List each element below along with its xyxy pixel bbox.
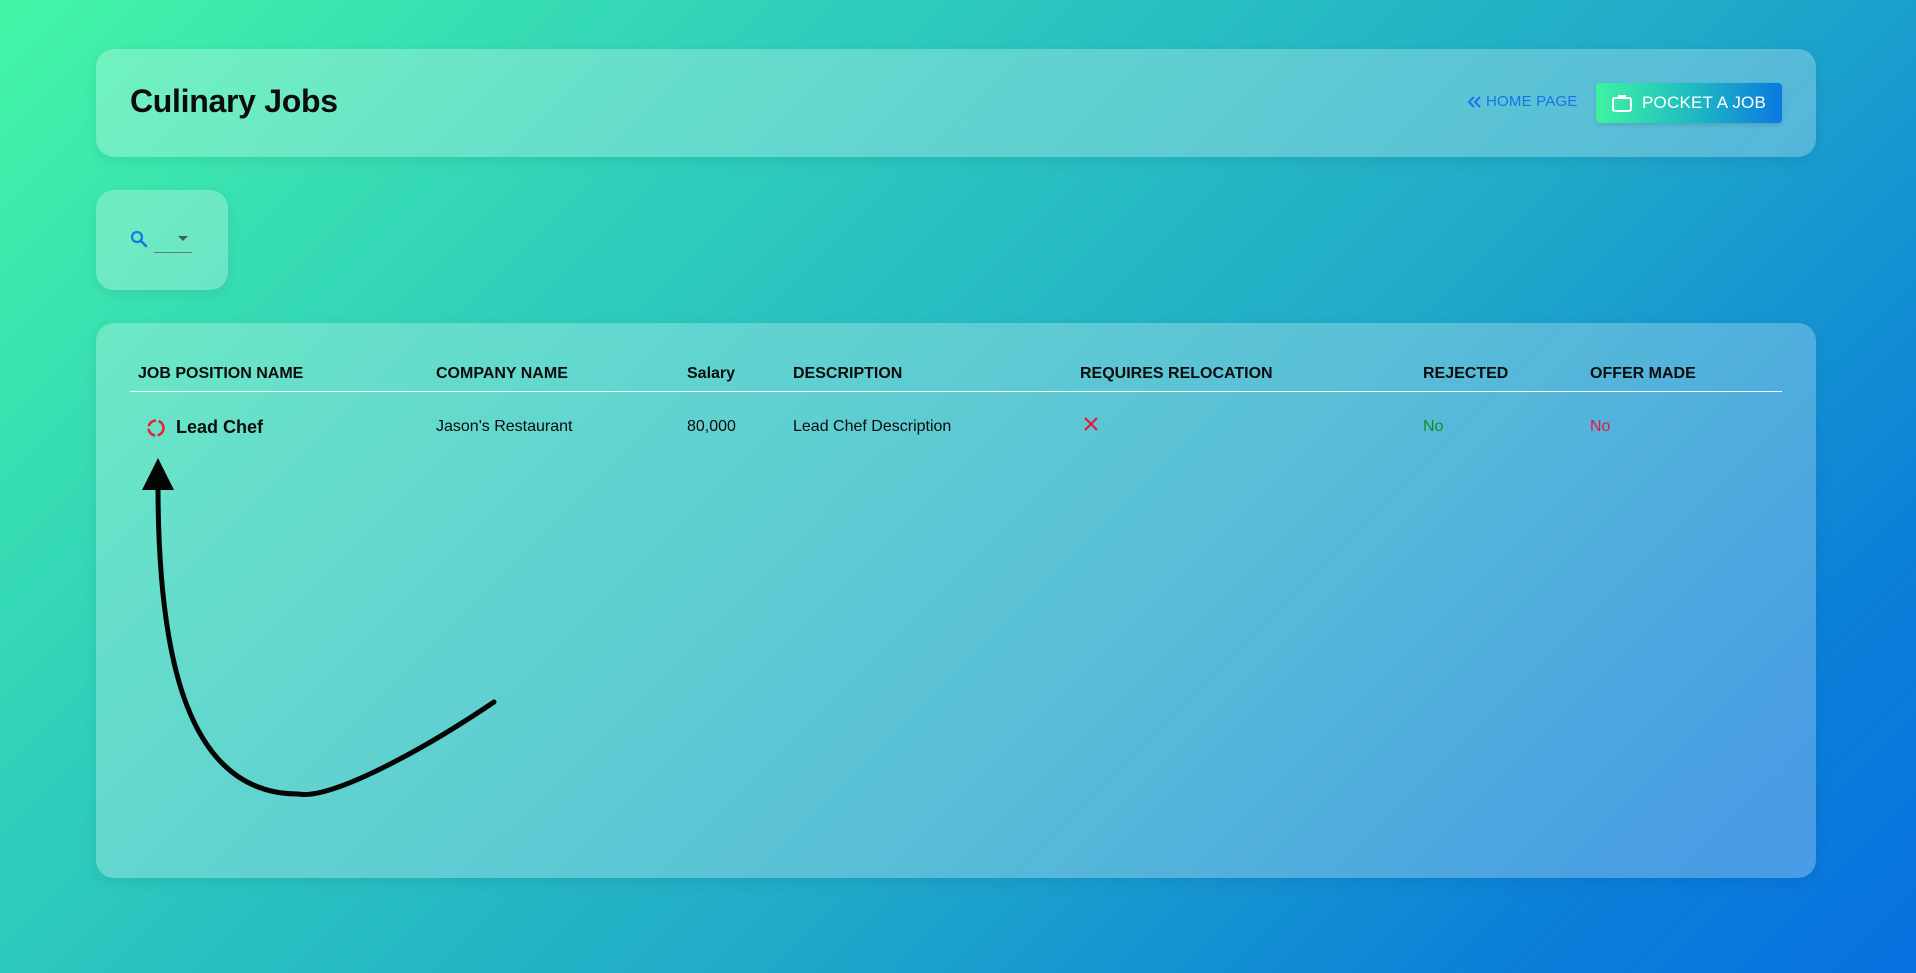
cell-offer-made: No [1590,418,1611,435]
caret-down-icon [178,236,188,241]
x-icon [1083,416,1099,437]
header-card: Culinary Jobs HOME PAGE POCKET A JOB [96,49,1816,157]
column-header-offer-made: OFFER MADE [1590,365,1696,382]
page-title: Culinary Jobs [130,83,338,119]
briefcase-icon [1612,95,1633,112]
home-page-link[interactable]: HOME PAGE [1466,93,1578,110]
position-name: Lead Chef [176,417,264,437]
search-icon [130,230,148,253]
column-header-company: COMPANY NAME [436,365,568,382]
search-card [96,190,228,290]
cell-description: Lead Chef Description [793,418,952,435]
column-header-rejected: REJECTED [1423,365,1509,382]
column-header-position: JOB POSITION NAME [138,365,304,382]
pocket-a-job-label: POCKET A JOB [1642,93,1766,112]
cell-salary: 80,000 [687,418,736,435]
header-divider [130,391,1782,392]
jobs-table: JOB POSITION NAME COMPANY NAME Salary DE… [96,323,1816,878]
filter-select[interactable] [154,224,192,253]
cell-position[interactable]: Lead Chef [146,417,263,438]
cell-company: Jason's Restaurant [436,418,573,435]
cell-rejected: No [1423,418,1444,435]
status-ring-icon [147,418,165,437]
pocket-a-job-button[interactable]: POCKET A JOB [1596,83,1782,123]
column-header-description: DESCRIPTION [793,365,903,382]
column-header-salary: Salary [687,365,736,382]
home-page-label: HOME PAGE [1486,93,1578,110]
column-header-relocation: REQUIRES RELOCATION [1080,365,1273,382]
double-chevron-left-icon [1467,95,1481,108]
